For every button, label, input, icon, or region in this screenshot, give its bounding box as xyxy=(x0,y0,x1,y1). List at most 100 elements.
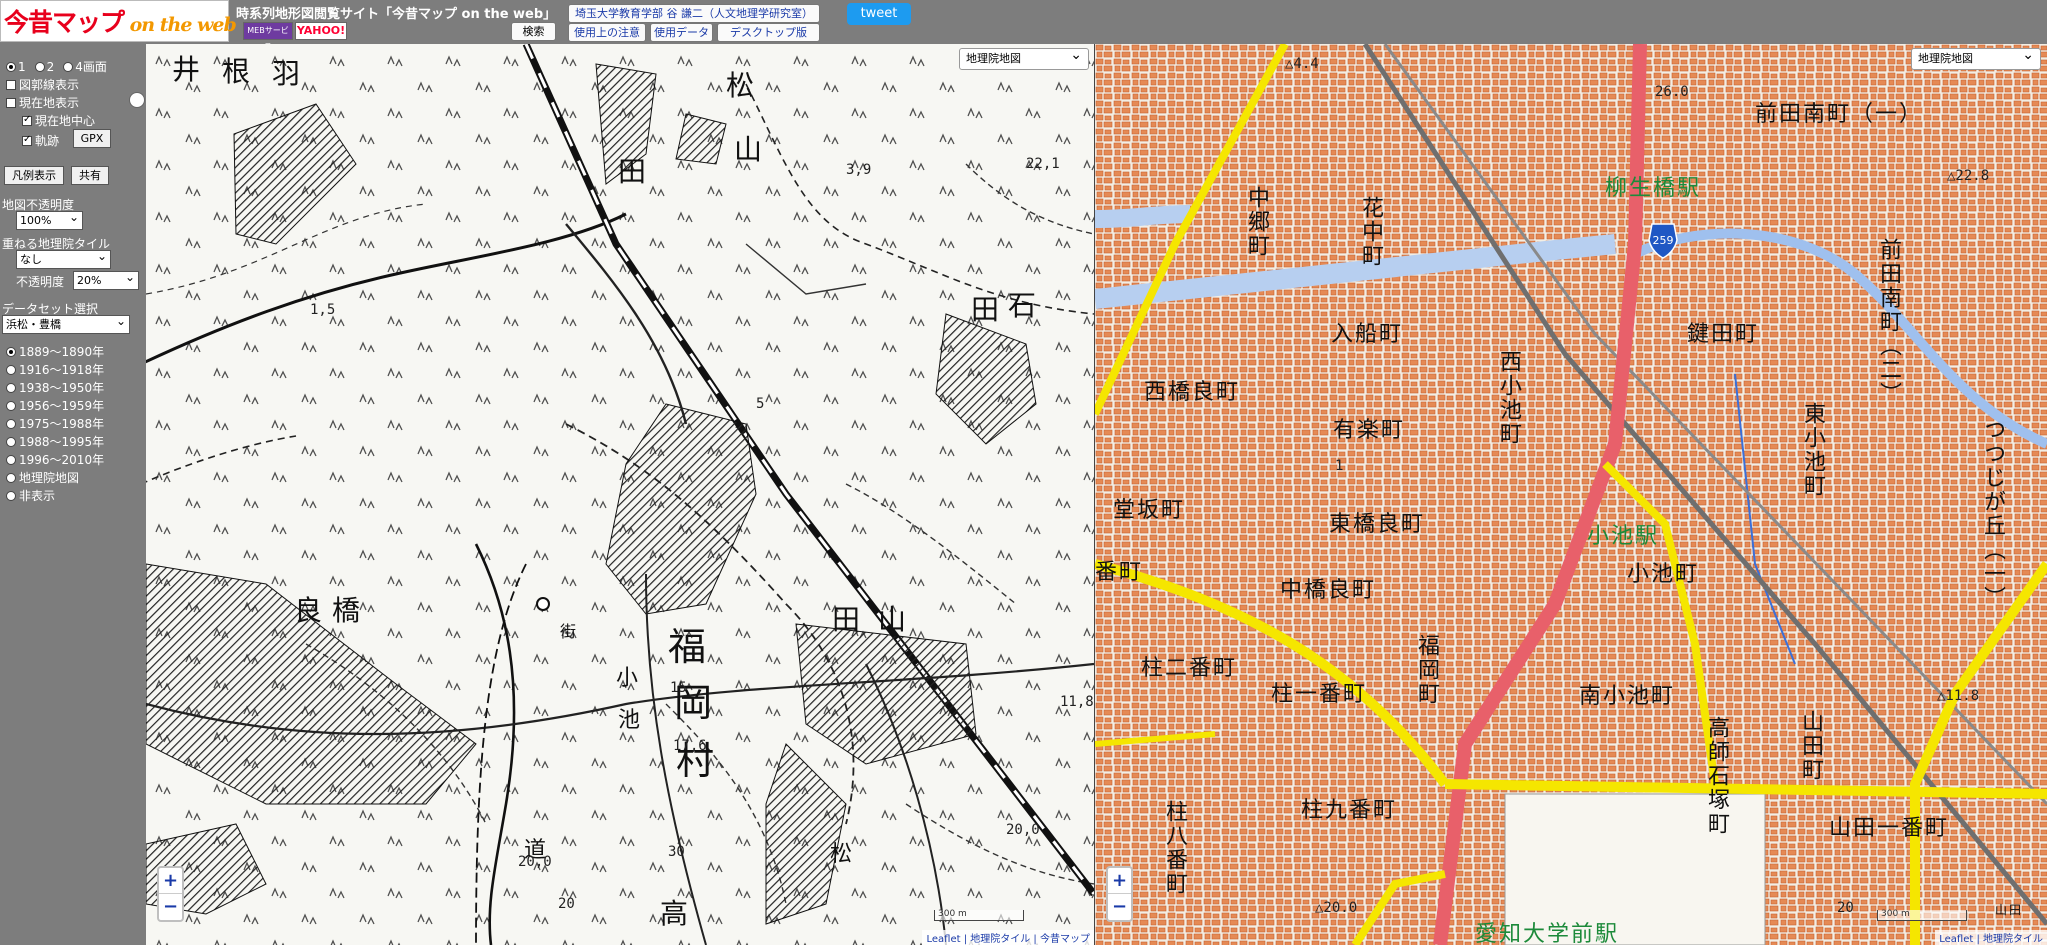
era-radio-item[interactable]: 1916～1918年 xyxy=(6,361,104,378)
spot-height: 11,8 xyxy=(1060,694,1094,710)
era-radio-item[interactable]: 1996～2010年 xyxy=(6,451,104,468)
era-radio-button[interactable] xyxy=(6,472,16,483)
town-name: 花中町 xyxy=(1358,196,1383,268)
current-map-pane[interactable]: 259 前田南町（一） 中郷町 花中町 入船町 西小池町 鍵田町 前田南町（二）… xyxy=(1095,44,2047,945)
station-name: 小池駅 xyxy=(1587,524,1660,549)
era-radio-button[interactable] xyxy=(6,436,16,447)
map-label: 福 xyxy=(668,625,707,669)
era-radio-label: 非表示 xyxy=(19,489,56,503)
search-button[interactable]: 検索 xyxy=(511,22,556,41)
era-radio-button[interactable] xyxy=(6,490,16,501)
notice-button[interactable]: 使用上の注意 xyxy=(568,23,646,42)
town-name: 入船町 xyxy=(1331,322,1404,347)
control-sidebar: 1 2 4画面 図郭線表示 現在地表示 現在地中心 軌跡 GPX ‹ 凡例表示 … xyxy=(0,44,146,945)
era-radio-item[interactable]: 1938～1950年 xyxy=(6,379,104,396)
opacity-select[interactable]: 100% xyxy=(16,209,83,230)
elevation-mark: △4.4 xyxy=(1285,56,1319,72)
current-center-checkbox[interactable] xyxy=(22,114,32,126)
spot-height: 1,5 xyxy=(310,302,336,318)
right-layer-select[interactable]: 地理院地図 xyxy=(1911,45,2041,70)
era-radio-label: 1956～1959年 xyxy=(19,399,105,413)
era-radio-button[interactable] xyxy=(6,454,16,465)
desktop-version-button[interactable]: デスクトップ版 xyxy=(717,23,820,42)
data-button[interactable]: 使用データ xyxy=(650,23,713,42)
town-name: 山田町 xyxy=(1798,710,1823,782)
town-name: 高師石塚町 xyxy=(1704,716,1729,836)
map-label: 根 xyxy=(222,55,251,88)
right-zoom-in-button[interactable]: + xyxy=(1108,868,1131,894)
meb-service-banner[interactable]: MEBサービス xyxy=(243,22,293,51)
current-center-label: 現在地中心 xyxy=(35,114,96,128)
map-label: 良 xyxy=(294,594,323,627)
era-radio-item[interactable]: 地理院地図 xyxy=(6,469,79,486)
yahoo-banner[interactable]: YAHOO! xyxy=(295,22,347,40)
site-title: 時系列地形図閲覧サイト「今昔マップ on the web」 xyxy=(236,7,557,22)
map-label: 橋 xyxy=(332,594,361,627)
era-radio-item[interactable]: 1889～1890年 xyxy=(6,343,104,360)
right-zoom-out-button[interactable]: − xyxy=(1108,894,1131,920)
screen-2-radio[interactable] xyxy=(34,61,45,72)
era-radio-item[interactable]: 1975～1988年 xyxy=(6,415,104,432)
right-scale-bar: 300 m xyxy=(1877,910,1967,921)
share-button[interactable]: 共有 xyxy=(71,166,109,185)
track-label: 軌跡 xyxy=(35,134,60,148)
current-location-checkbox[interactable] xyxy=(6,97,16,108)
era-radio-label: 地理院地図 xyxy=(19,471,80,485)
track-checkbox[interactable] xyxy=(22,134,32,146)
era-radio-button[interactable] xyxy=(6,346,16,357)
legend-button[interactable]: 凡例表示 xyxy=(4,166,64,185)
old-map-pane[interactable]: 井 根 羽 松 山 田 石 田 良 橋 福 岡 村 小 池 田 山 街 道 高 … xyxy=(146,44,1094,945)
left-layer-select[interactable]: 地理院地図 xyxy=(959,45,1089,70)
logo-sub-text: on the web xyxy=(124,14,237,36)
era-radio-button[interactable] xyxy=(6,400,16,411)
overlay-select[interactable]: なし xyxy=(16,248,111,269)
era-radio-label: 1889～1890年 xyxy=(19,345,105,359)
elevation-mark: 1 xyxy=(1335,458,1344,474)
screen-4-radio[interactable] xyxy=(63,61,74,72)
town-name: 鍵田町 xyxy=(1687,322,1760,347)
town-name: 山田一番町 xyxy=(1829,816,1950,841)
town-name: 柱二番町 xyxy=(1141,656,1238,681)
map-label: 街 xyxy=(560,622,577,641)
screen-1-label: 1 xyxy=(18,59,26,74)
era-radio-item[interactable]: 1956～1959年 xyxy=(6,397,104,414)
map-label: 田 xyxy=(971,293,1000,326)
map-label: 石 xyxy=(1008,289,1037,322)
right-attribution[interactable]: Leaflet | 地理院タイル xyxy=(1935,930,2047,945)
track-row: 軌跡 xyxy=(22,132,59,149)
overlay-opacity-select[interactable]: 20% xyxy=(73,269,139,290)
current-map-canvas[interactable]: 259 xyxy=(1095,44,2047,945)
gpx-button[interactable]: GPX xyxy=(73,129,111,148)
left-zoom-out-button[interactable]: − xyxy=(159,894,182,920)
screen-4-label: 4画面 xyxy=(75,60,107,74)
screen-1-radio[interactable] xyxy=(6,61,16,72)
town-name: 福岡町 xyxy=(1414,634,1439,706)
author-link-button[interactable]: 埼玉大学教育学部 谷 謙二（人文地理学研究室） xyxy=(568,4,820,23)
town-name: 中橋良町 xyxy=(1280,578,1377,603)
dataset-select[interactable]: 浜松・豊橋 xyxy=(2,313,130,334)
map-label: 山 xyxy=(878,603,907,636)
legend-line-checkbox[interactable] xyxy=(6,79,16,90)
era-radio-item[interactable]: 非表示 xyxy=(6,487,55,504)
legend-line-label: 図郭線表示 xyxy=(19,78,80,92)
town-name: 柱一番町 xyxy=(1271,682,1368,707)
map-label: 井 xyxy=(172,53,201,86)
era-radio-button[interactable] xyxy=(6,364,16,375)
left-zoom-in-button[interactable]: + xyxy=(159,868,182,894)
era-radio-item[interactable]: 1988～1995年 xyxy=(6,433,104,450)
current-center-row: 現在地中心 xyxy=(22,112,95,129)
town-name: 南小池町 xyxy=(1579,684,1676,709)
era-radio-label: 1996～2010年 xyxy=(19,453,105,467)
tweet-button[interactable]: tweet xyxy=(847,3,911,25)
town-name: 番町 xyxy=(1095,560,1144,585)
left-attribution[interactable]: Leaflet | 地理院タイル | 今昔マップ xyxy=(922,930,1094,945)
spot-height: 5 xyxy=(756,396,765,412)
screen-2-label: 2 xyxy=(46,59,55,74)
site-logo[interactable]: 今昔マップ on the web xyxy=(0,0,237,42)
era-radio-button[interactable] xyxy=(6,418,16,429)
town-name: 東橋良町 xyxy=(1329,512,1426,537)
elevation-mark: 20 xyxy=(1837,900,1854,916)
sidebar-collapse-icon[interactable]: ‹ xyxy=(129,92,145,108)
era-radio-button[interactable] xyxy=(6,382,16,393)
town-name: 柱八番町 xyxy=(1162,800,1187,896)
